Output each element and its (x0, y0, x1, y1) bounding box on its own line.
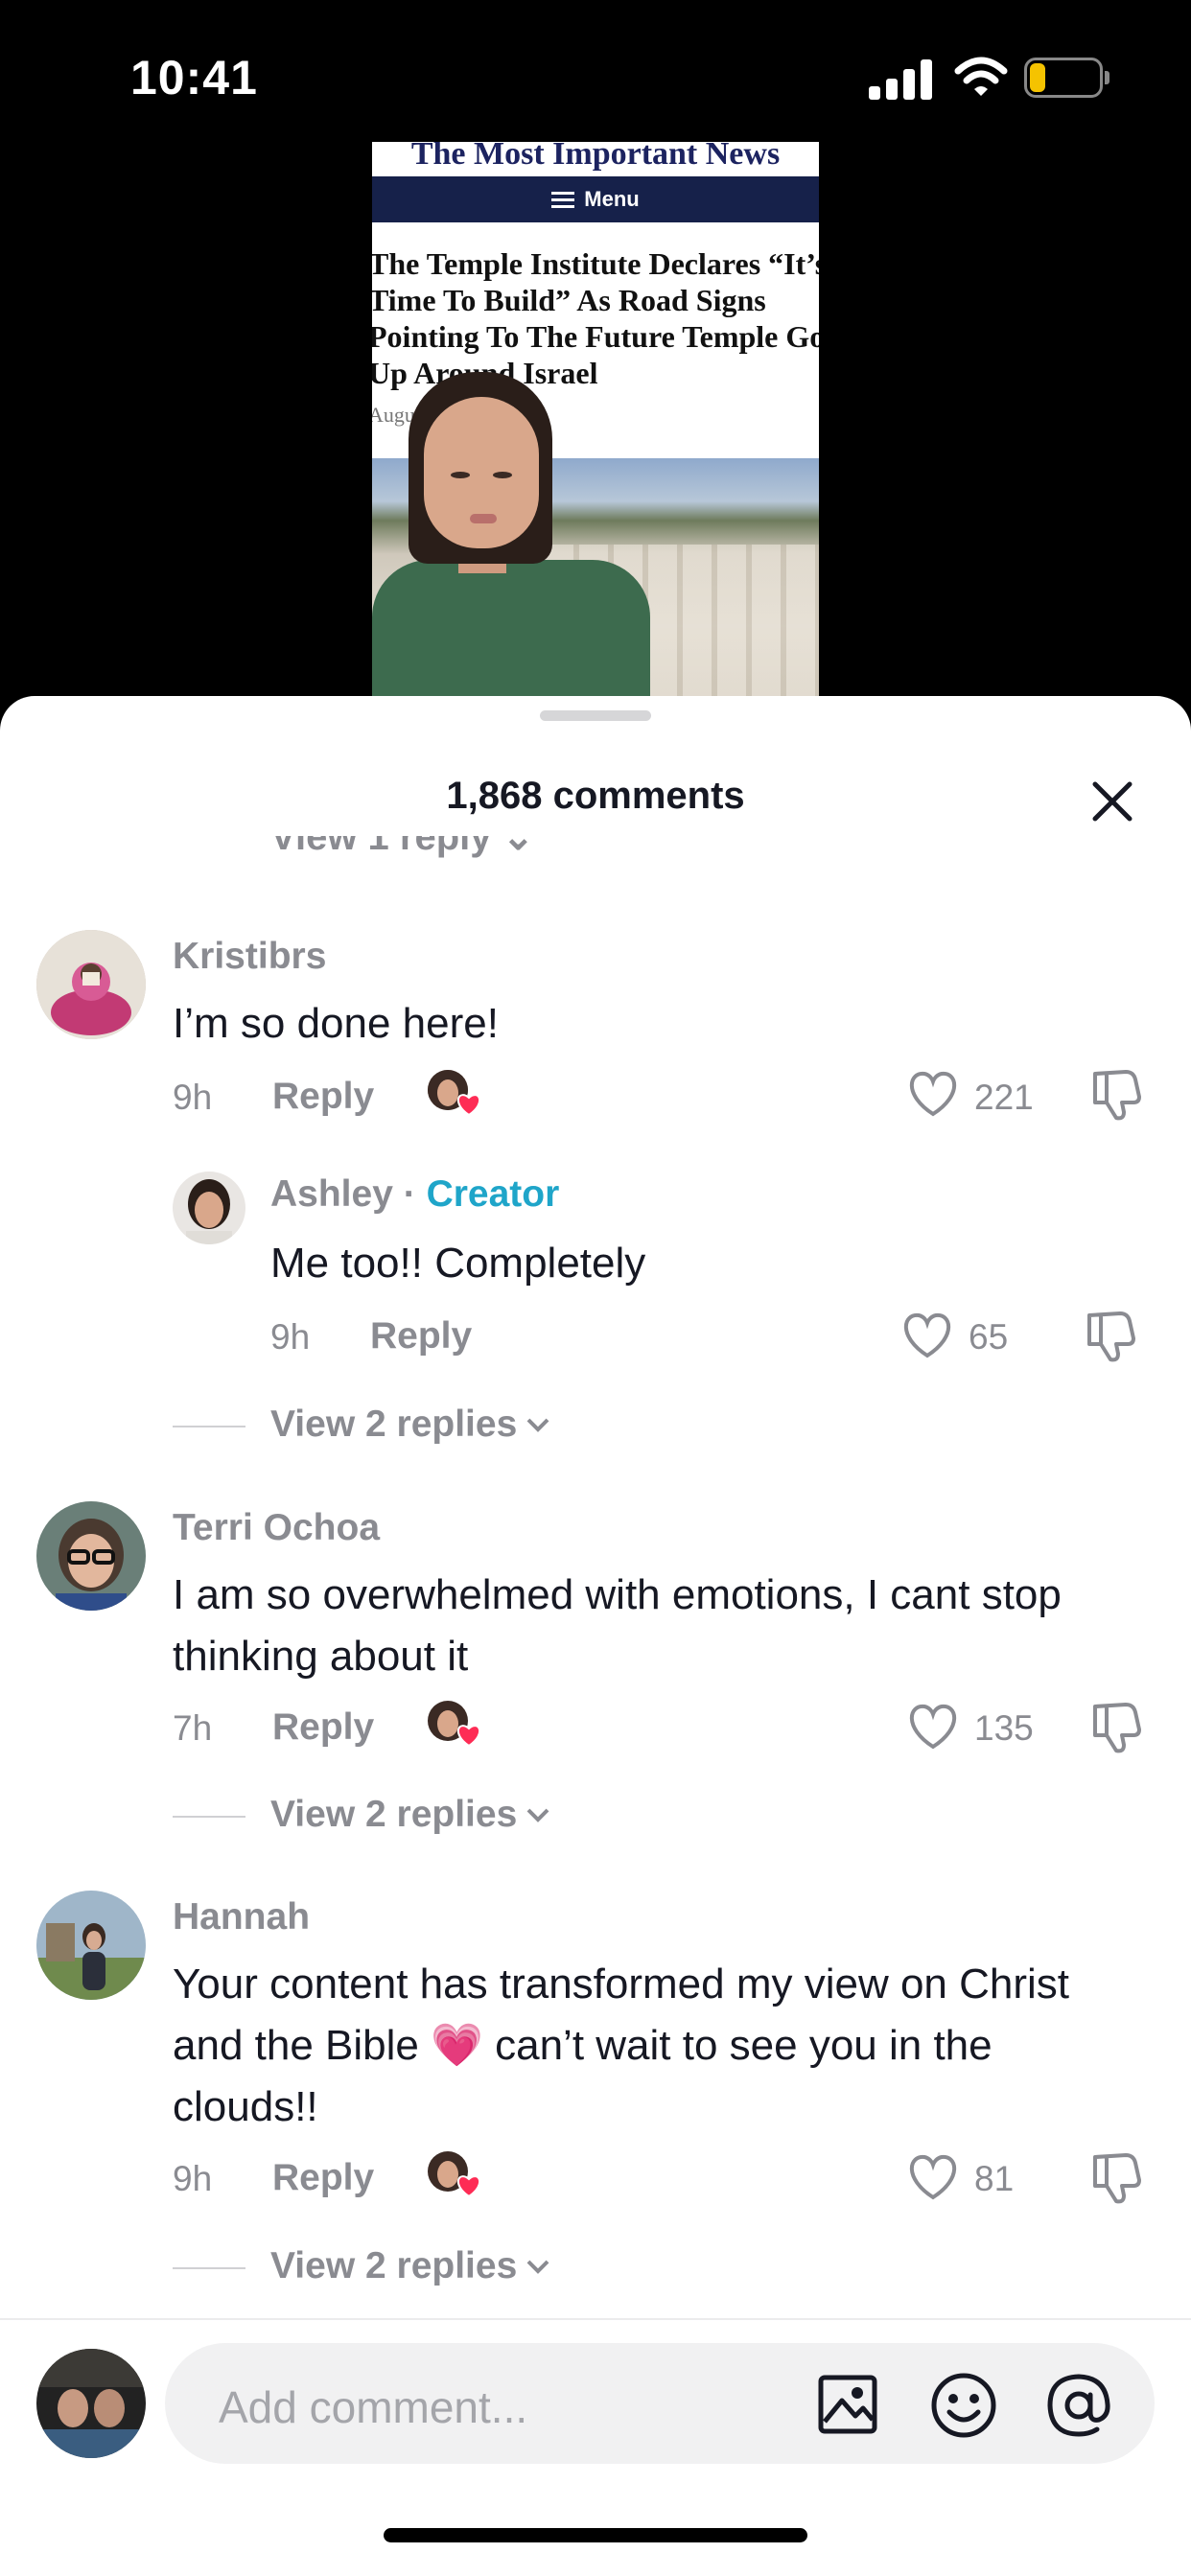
home-indicator[interactable] (384, 2528, 807, 2542)
creator-liked-badge (428, 1701, 485, 1752)
video-preview[interactable]: The Most Important News Menu The Temple … (372, 142, 819, 698)
chevron-down-icon (526, 1808, 549, 1822)
my-avatar[interactable] (36, 2349, 146, 2458)
menu-label: Menu (584, 187, 640, 211)
reply-button[interactable]: Reply (272, 2157, 374, 2199)
like-count: 135 (974, 1708, 1034, 1748)
site-title: The Most Important News (410, 142, 781, 172)
like-heart-icon[interactable] (907, 2153, 959, 2201)
dislike-icon[interactable] (1089, 2149, 1143, 2205)
creator-liked-badge (428, 2151, 485, 2203)
wifi-icon (954, 57, 1008, 96)
status-time: 10:41 (130, 51, 258, 104)
comment-username[interactable]: Terri Ochoa (173, 1507, 380, 1549)
like-count: 65 (969, 1317, 1009, 1357)
comment-text: Your content has transformed my view on … (173, 1961, 1070, 2130)
view-replies-button[interactable]: View 2 replies (270, 2245, 551, 2287)
comment-username[interactable]: Kristibrs (173, 936, 326, 978)
hamburger-icon (551, 191, 575, 208)
battery-icon: 11 (1024, 58, 1103, 98)
view-replies-button[interactable]: View 2 replies (270, 1794, 551, 1836)
creator-badge: Creator (426, 1173, 560, 1215)
close-icon[interactable] (1091, 780, 1133, 823)
reply-button[interactable]: Reply (370, 1315, 472, 1358)
creator-liked-badge (428, 1070, 485, 1122)
replies-divider (173, 2267, 245, 2269)
comment-text: I’m so done here! (173, 1000, 499, 1047)
reply-username[interactable]: Ashley · Creator (270, 1173, 559, 1216)
like-count: 221 (974, 1078, 1034, 1117)
avatar-hannah[interactable] (36, 1891, 146, 2000)
dislike-icon[interactable] (1084, 1308, 1137, 1363)
image-icon[interactable] (817, 2374, 878, 2435)
comment-text: I am so overwhelmed with emotions, I can… (173, 1571, 1062, 1680)
avatar-ashley[interactable] (173, 1172, 245, 1244)
comment-input-placeholder: Add comment... (219, 2382, 528, 2432)
heart-icon (457, 1094, 480, 1116)
reply-button[interactable]: Reply (272, 1076, 374, 1118)
dislike-icon[interactable] (1089, 1699, 1143, 1754)
chevron-down-icon (526, 1418, 549, 1432)
article-headline: The Temple Institute Declares “It’s Time… (372, 246, 819, 390)
replies-divider (173, 1816, 245, 1818)
battery-cap (1105, 71, 1109, 84)
comments-count-title: 1,868 comments (446, 775, 745, 817)
comment-username[interactable]: Hannah (173, 1896, 310, 1938)
reply-time: 9h (270, 1317, 311, 1357)
site-menu-bar: Menu (372, 176, 819, 222)
chevron-down-icon (526, 2260, 549, 2274)
avatar-kristibrs[interactable] (36, 930, 146, 1039)
mention-icon[interactable] (1045, 2372, 1112, 2439)
emoji-icon[interactable] (930, 2372, 997, 2439)
heart-icon (457, 1725, 480, 1747)
like-heart-icon[interactable] (907, 1703, 959, 1751)
signal-icon (869, 58, 932, 100)
dislike-icon[interactable] (1089, 1066, 1143, 1122)
view-replies-button[interactable]: View 2 replies (270, 1404, 551, 1446)
view-replies-peek[interactable]: View 1 reply ⌄ (270, 836, 534, 874)
drag-handle[interactable] (540, 710, 651, 721)
replies-divider (173, 1426, 245, 1427)
comment-time: 9h (173, 2159, 213, 2198)
input-divider (0, 2318, 1191, 2320)
comment-time: 7h (173, 1708, 213, 1748)
like-count: 81 (974, 2159, 1015, 2198)
comment-time: 9h (173, 1078, 213, 1117)
battery-level: 11 (1047, 62, 1080, 96)
creator-video-person (372, 372, 650, 698)
reply-text: Me too!! Completely (270, 1240, 646, 1287)
like-heart-icon[interactable] (907, 1070, 959, 1118)
reply-button[interactable]: Reply (272, 1706, 374, 1749)
avatar-terri-ochoa[interactable] (36, 1501, 146, 1611)
like-heart-icon[interactable] (901, 1311, 953, 1359)
heart-icon (457, 2175, 480, 2197)
